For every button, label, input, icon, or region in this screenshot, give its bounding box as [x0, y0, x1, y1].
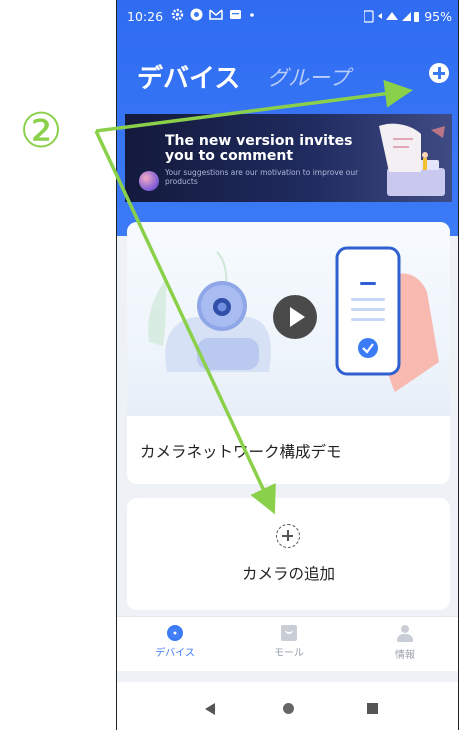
gear-icon [171, 8, 184, 21]
add-device-button[interactable] [429, 63, 449, 83]
system-status: 95% [363, 9, 452, 24]
nav-devices-label: デバイス [155, 648, 195, 659]
nav-mall-label: モール [274, 648, 304, 659]
nav-info[interactable]: 情報 [365, 625, 445, 661]
nav-mall[interactable]: モール [249, 625, 329, 659]
phone-screen: 10:26 95% デバイス グループ The new version invi… [116, 0, 459, 730]
title-bar: デバイス グループ [117, 52, 458, 102]
gmail-icon [209, 9, 223, 20]
tab-groups[interactable]: グループ [267, 62, 350, 92]
dot-icon [250, 13, 254, 17]
system-navigation-bar [117, 682, 458, 730]
home-icon[interactable] [283, 703, 294, 714]
message-icon [230, 10, 241, 19]
battery-level: 95% [424, 9, 452, 24]
add-camera-label: カメラの追加 [241, 565, 335, 583]
add-camera-card[interactable]: カメラの追加 [127, 498, 450, 610]
step-number-marker: ② [19, 103, 63, 159]
nav-devices[interactable]: デバイス [135, 625, 215, 659]
signal-icons [363, 10, 420, 23]
bottom-navigation: デバイス モール 情報 [117, 616, 458, 671]
feedback-banner[interactable]: The new version invites you to comment Y… [125, 114, 452, 202]
user-icon [396, 625, 414, 643]
status-bar: 10:26 95% [117, 0, 458, 34]
back-icon[interactable] [205, 703, 215, 715]
notification-icons [171, 8, 256, 21]
demo-card-label: カメラネットワーク構成デモ [140, 443, 342, 461]
add-camera-icon [276, 524, 300, 548]
planet-icon [139, 171, 159, 191]
survey-illustration [379, 123, 445, 196]
app-notification-icon [190, 8, 203, 21]
banner-subtitle: Your suggestions are our motivation to i… [165, 168, 359, 186]
nav-info-label: 情報 [395, 650, 415, 661]
camera-icon [167, 625, 183, 641]
camera-demo-card[interactable]: カメラネットワーク構成デモ [127, 222, 450, 484]
demo-video-thumbnail[interactable] [127, 222, 450, 416]
recent-apps-icon[interactable] [367, 703, 378, 714]
tab-devices[interactable]: デバイス [137, 58, 240, 95]
play-button[interactable] [273, 295, 317, 339]
shopping-bag-icon [281, 625, 297, 641]
status-time: 10:26 [127, 9, 164, 24]
